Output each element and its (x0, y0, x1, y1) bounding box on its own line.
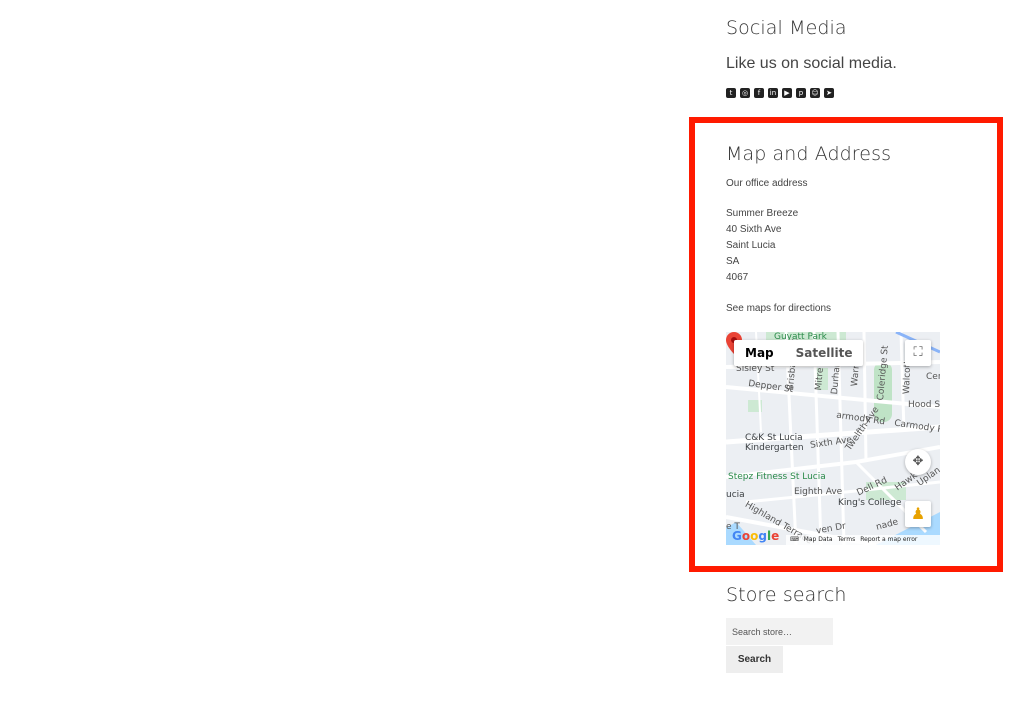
map-label: ucia (726, 490, 745, 500)
twitter-icon[interactable]: t (726, 88, 736, 98)
pinterest-icon[interactable]: p (796, 88, 806, 98)
social-media-title: Social Media (726, 17, 847, 39)
map-type-map-button[interactable]: Map (734, 340, 785, 366)
fullscreen-icon[interactable]: ⛶ (905, 340, 931, 366)
map-label: King's College (838, 498, 902, 508)
linkedin-icon[interactable]: in (768, 88, 778, 98)
address-line: 40 Sixth Ave (726, 224, 782, 235)
map-attribution: ⌨ Map Data Terms Report a map error (786, 535, 940, 545)
address-line: 4067 (726, 272, 749, 283)
snapchat-icon[interactable]: ☺ (810, 88, 820, 98)
store-search-input[interactable] (726, 618, 833, 645)
map-label: Hood St (908, 400, 940, 410)
search-button[interactable]: Search (726, 646, 783, 673)
map-type-toggle: Map Satellite (734, 340, 864, 366)
address-block: Summer Breeze 40 Sixth Ave Saint Lucia S… (726, 206, 798, 286)
camera-control-icon[interactable]: ✥ (905, 449, 931, 475)
report-error-link[interactable]: Report a map error (860, 535, 917, 545)
map-label: Eighth Ave (794, 487, 843, 497)
map-label: Cer (926, 372, 940, 382)
map-address-title: Map and Address (726, 143, 892, 165)
office-address-label: Our office address (726, 178, 808, 189)
youtube-icon[interactable]: ▶ (782, 88, 792, 98)
map-type-satellite-button[interactable]: Satellite (785, 340, 864, 366)
telegram-icon[interactable]: ➤ (824, 88, 834, 98)
map-data-link[interactable]: Map Data (804, 535, 833, 545)
embedded-map[interactable]: Guyatt Park Sisley St Depper St Brisbane… (726, 332, 940, 545)
street-view-pegman-icon[interactable]: ♟ (905, 501, 931, 527)
map-label: Stepz Fitness St Lucia (728, 472, 826, 482)
store-search-title: Store search (726, 584, 847, 606)
instagram-icon[interactable]: ◎ (740, 88, 750, 98)
address-line: Summer Breeze (726, 208, 799, 219)
terms-link[interactable]: Terms (838, 535, 856, 545)
keyboard-shortcuts-icon[interactable]: ⌨ (790, 535, 799, 545)
directions-text: See maps for directions (726, 303, 832, 314)
address-line: SA (726, 256, 740, 267)
address-line: Saint Lucia (726, 240, 776, 251)
map-label: Kindergarten (745, 443, 804, 453)
social-media-text: Like us on social media. (726, 55, 897, 72)
social-icons: t ◎ f in ▶ p ☺ ➤ (726, 88, 834, 98)
facebook-icon[interactable]: f (754, 88, 764, 98)
map-label: C&K St Lucia (745, 433, 803, 443)
google-logo: Google (732, 529, 780, 543)
